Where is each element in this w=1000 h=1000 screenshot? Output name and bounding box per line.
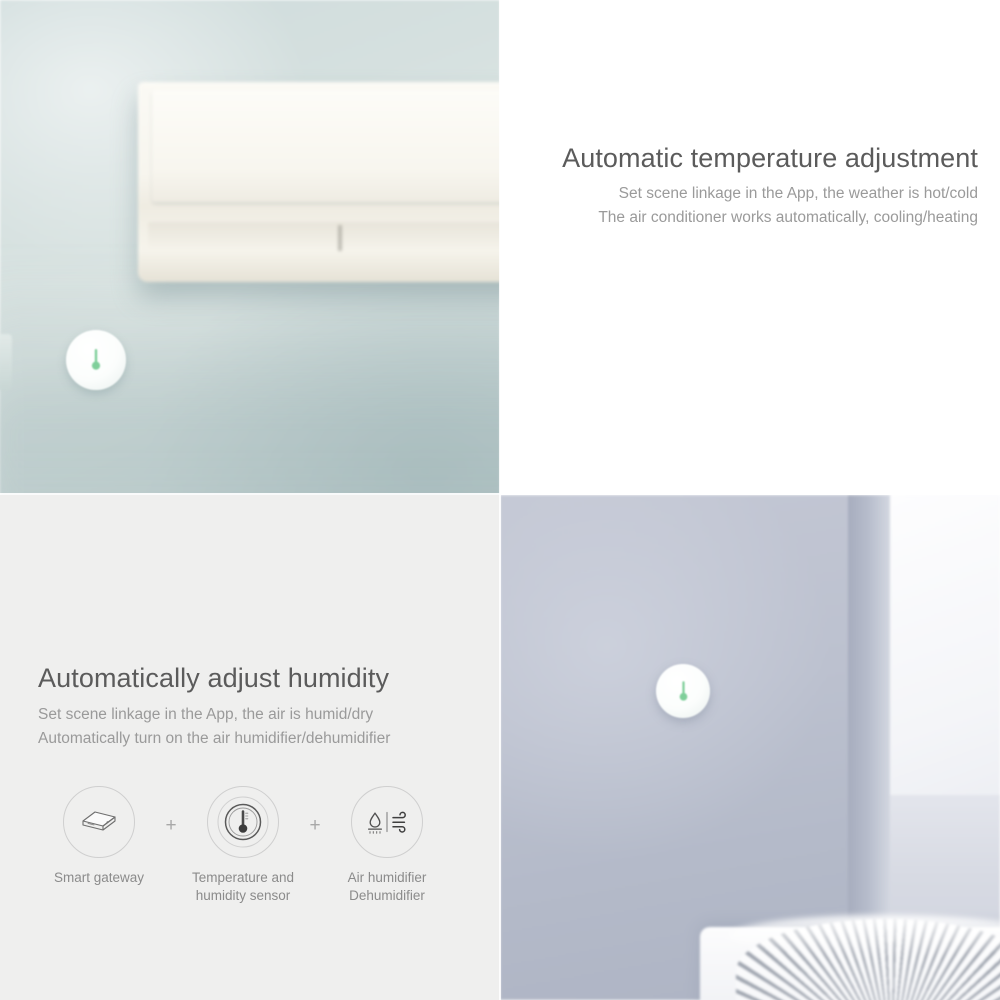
chain-item-temperature-humidity-sensor: Temperature and humidity sensor — [184, 786, 302, 905]
humidifier-dehumidifier-label: Air humidifier Dehumidifier — [347, 870, 427, 903]
thermometer-icon — [91, 349, 101, 370]
humidity-device-chain: Smart gateway + Temperature and humidity… — [40, 786, 446, 905]
temperature-humidity-sensor-circle — [207, 786, 279, 858]
product-feature-collage: Automatic temperature adjustment Set sce… — [0, 0, 1000, 1000]
temperature-humidity-sensor-puck — [656, 664, 710, 718]
temperature-subtext-line-2: The air conditioner works automatically,… — [598, 209, 978, 227]
temperature-subtext-line-1: Set scene linkage in the App, the weathe… — [618, 185, 978, 202]
humidity-subtext-line-2: Automatically turn on the air humidifier… — [38, 730, 391, 748]
humidity-subtext: Set scene linkage in the App, the air is… — [38, 703, 478, 751]
panel-temperature: Automatic temperature adjustment Set sce… — [500, 0, 1000, 495]
air-conditioner-vent — [148, 222, 500, 252]
chain-item-humidifier-dehumidifier: Air humidifier Dehumidifier — [328, 786, 446, 905]
temperature-humidity-sensor-label: Temperature and humidity sensor — [191, 870, 295, 903]
smart-gateway-label: Smart gateway — [53, 870, 145, 885]
thermometer-icon — [679, 680, 687, 701]
wall-fixture — [0, 334, 12, 390]
temperature-subtext: Set scene linkage in the App, the weathe… — [518, 182, 978, 230]
temperature-headline: Automatic temperature adjustment — [562, 143, 978, 173]
temperature-humidity-sensor-puck — [66, 330, 126, 390]
wall-shadow — [0, 272, 500, 495]
air-conditioner-front-panel — [152, 90, 500, 202]
plus-separator: + — [165, 815, 177, 836]
panel-divider-vertical — [499, 0, 501, 1000]
room-background — [500, 495, 1000, 1000]
panel-humidity: Automatically adjust humidity Set scene … — [0, 495, 500, 1000]
chain-item-smart-gateway: Smart gateway — [40, 786, 158, 887]
smart-gateway-circle — [63, 786, 135, 858]
panel-divider-horizontal — [0, 493, 1000, 495]
water-droplet-icon — [368, 812, 382, 834]
photo-air-conditioner — [0, 0, 500, 495]
humidifier-dehumidifier-circle — [351, 786, 423, 858]
humidity-headline: Automatically adjust humidity — [38, 663, 390, 693]
airflow-icon — [392, 811, 406, 833]
smart-gateway-icon — [82, 811, 116, 831]
air-conditioner-unit — [138, 82, 500, 282]
air-conditioner-seam — [338, 225, 342, 251]
humidifier-dehumidifier-icon — [368, 811, 406, 834]
photo-air-purifier — [500, 495, 1000, 1000]
temperature-humidity-sensor-icon — [217, 796, 269, 848]
plus-separator: + — [309, 815, 321, 836]
humidity-subtext-line-1: Set scene linkage in the App, the air is… — [38, 706, 374, 723]
